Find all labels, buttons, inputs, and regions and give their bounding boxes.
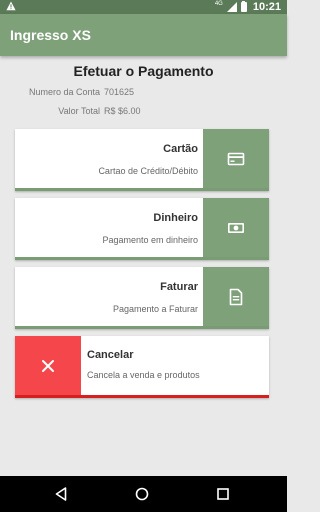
option-cash-subtitle: Pagamento em dinheiro [102,235,198,245]
option-card-subtitle: Cartao de Crédito/Débito [98,166,198,176]
credit-card-icon [227,152,245,165]
invoice-icon [229,288,243,305]
app-title: Ingresso XS [10,27,91,43]
account-value: 701625 [104,87,135,97]
navigation-bar [0,476,287,512]
status-bar: 4G 10:21 [0,0,287,14]
warning-icon [6,1,16,14]
clock: 10:21 [252,1,281,13]
account-label: Numero da Conta [28,87,100,97]
app-bar: Ingresso XS [0,14,287,56]
signal-icon [226,2,237,12]
option-invoice-subtitle: Pagamento a Faturar [112,304,198,314]
total-label: Valor Total [58,106,100,116]
option-invoice-button[interactable]: Faturar Pagamento a Faturar [15,267,269,329]
page-title: Efetuar o Pagamento [73,63,214,79]
cancel-subtitle: Cancela a venda e produtos [87,370,200,380]
option-cash-title: Dinheiro [153,212,198,224]
cancel-title: Cancelar [87,349,134,361]
close-icon [42,359,54,372]
home-circle-icon[interactable] [133,485,151,503]
option-cash-button[interactable]: Dinheiro Pagamento em dinheiro [15,198,269,260]
option-card-button[interactable]: Cartão Cartao de Crédito/Débito [15,129,269,191]
back-triangle-icon[interactable] [52,485,70,503]
battery-icon [240,0,247,12]
cancel-button[interactable]: Cancelar Cancela a venda e produtos [15,336,269,398]
total-value: R$ $6.00 [104,106,141,116]
option-invoice-title: Faturar [160,281,198,293]
network-type: 4G [214,1,223,7]
cash-icon [228,222,244,233]
recents-square-icon[interactable] [214,485,232,503]
option-card-title: Cartão [163,143,198,155]
